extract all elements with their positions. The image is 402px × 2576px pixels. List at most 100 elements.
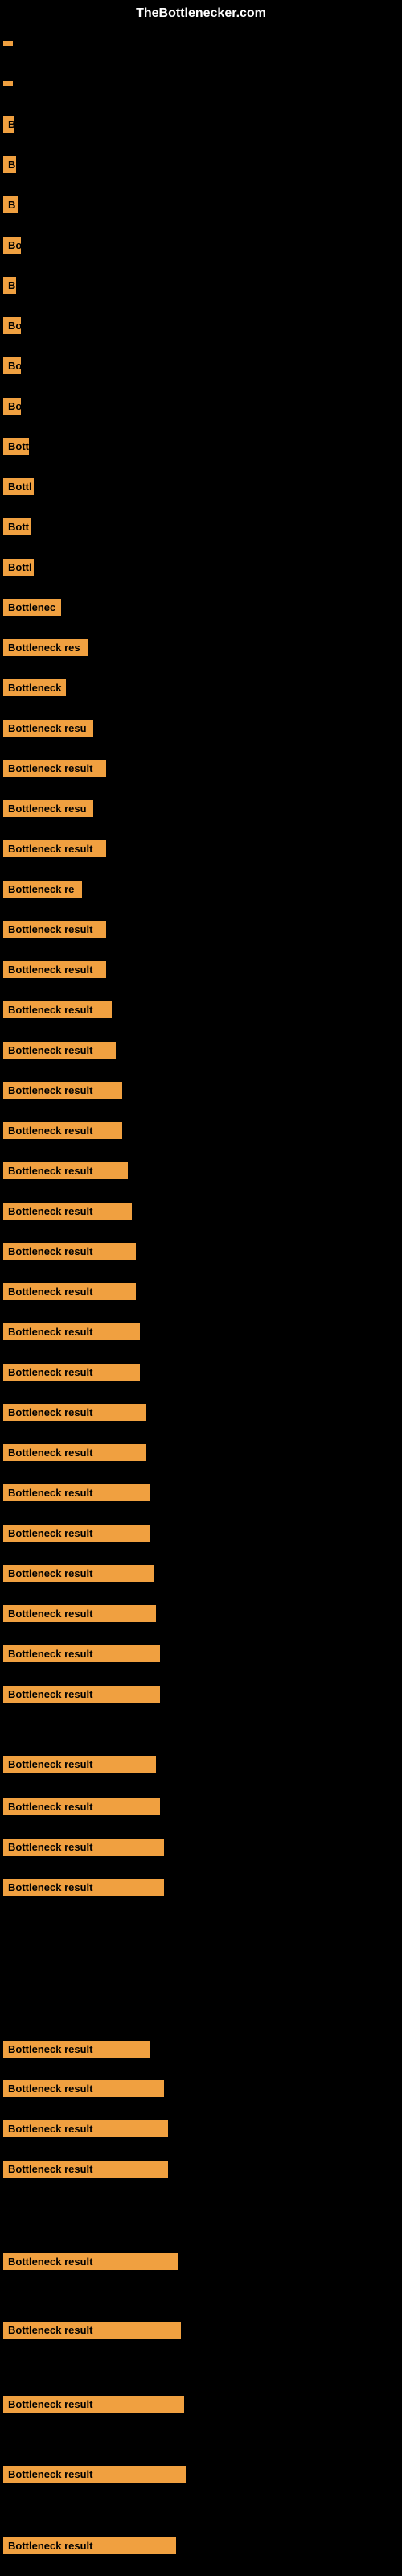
bottleneck-label: B	[3, 156, 16, 173]
bottleneck-label: Bottleneck result	[3, 1565, 154, 1582]
bottleneck-label: Bottleneck result	[3, 1605, 156, 1622]
bottleneck-label: B	[3, 116, 14, 133]
bottleneck-label: Bottleneck	[3, 679, 66, 696]
bottleneck-label: Bottleneck result	[3, 2161, 168, 2178]
bottleneck-item: Bott	[3, 515, 31, 543]
bottleneck-item: Bottleneck result	[3, 2534, 176, 2562]
bottleneck-label: Bottleneck result	[3, 1122, 122, 1139]
bottleneck-label: Bottleneck result	[3, 2537, 176, 2554]
bottleneck-item: Bottleneck result	[3, 2392, 184, 2420]
bottleneck-label: Bottleneck res	[3, 639, 88, 656]
bottleneck-item: Bottleneck result	[3, 2462, 186, 2490]
bottleneck-item	[3, 72, 13, 93]
bottleneck-item: Bottleneck resu	[3, 716, 93, 744]
bottleneck-item: Bottleneck result	[3, 1360, 140, 1388]
bottleneck-label: Bottleneck result	[3, 2396, 184, 2413]
bottleneck-item	[3, 32, 13, 53]
bottleneck-item: Bottleneck result	[3, 1240, 136, 1267]
bottleneck-label: Bottleneck result	[3, 2080, 164, 2097]
bottleneck-item: Bottleneck re	[3, 877, 82, 905]
bottleneck-label: Bottleneck result	[3, 921, 106, 938]
bottleneck-label: Bottleneck result	[3, 1798, 160, 1815]
bottleneck-items-container: BBBBoBBoBoBoBottBottlBottBottlBottlenecB…	[0, 27, 402, 43]
bottleneck-label: Bottleneck result	[3, 1283, 136, 1300]
bottleneck-label: Bo	[3, 317, 21, 334]
bottleneck-item: Bottlenec	[3, 596, 61, 623]
bottleneck-label: Bottleneck re	[3, 881, 82, 898]
bottleneck-item: Bottleneck result	[3, 1441, 146, 1468]
bottleneck-item: Bottleneck result	[3, 1835, 164, 1863]
bottleneck-item: Bottleneck result	[3, 1119, 122, 1146]
bottleneck-label: Bottleneck result	[3, 1243, 136, 1260]
bottleneck-label: Bottleneck result	[3, 961, 106, 978]
bottleneck-label: Bottleneck result	[3, 1404, 146, 1421]
bottleneck-item: Bo	[3, 233, 21, 261]
bottleneck-label: Bottleneck result	[3, 1839, 164, 1856]
bottleneck-label: Bottleneck result	[3, 2041, 150, 2058]
bottleneck-item: Bottleneck result	[3, 2157, 168, 2185]
site-title: TheBottlenecker.com	[0, 0, 402, 27]
bottleneck-item: Bo	[3, 394, 21, 422]
bottleneck-item: B	[3, 274, 16, 301]
bottleneck-label: Bottl	[3, 559, 34, 576]
bottleneck-label: Bottleneck result	[3, 2466, 186, 2483]
bottleneck-item: Bottleneck result	[3, 2077, 164, 2104]
bottleneck-label: Bottleneck result	[3, 2322, 181, 2339]
bottleneck-label: Bottleneck result	[3, 2120, 168, 2137]
bottleneck-item: Bottleneck result	[3, 1481, 150, 1509]
bottleneck-item: Bottleneck result	[3, 1199, 132, 1227]
bottleneck-label: Bottleneck result	[3, 1203, 132, 1220]
bottleneck-label: Bo	[3, 237, 21, 254]
bottleneck-item: Bottleneck result	[3, 958, 106, 985]
bottleneck-item: Bottleneck result	[3, 757, 106, 784]
bottleneck-label: Bottleneck result	[3, 1484, 150, 1501]
bottleneck-label: Bottleneck result	[3, 840, 106, 857]
bottleneck-item: Bottleneck result	[3, 1159, 128, 1187]
bottleneck-label: B	[3, 196, 18, 213]
bottleneck-item: Bottleneck result	[3, 2117, 168, 2145]
bottleneck-item: Bottleneck result	[3, 2037, 150, 2065]
bottleneck-label: Bottleneck result	[3, 760, 106, 777]
bottleneck-label: Bottleneck resu	[3, 720, 93, 737]
bottleneck-item: Bottleneck result	[3, 1079, 122, 1106]
bottleneck-item: Bottleneck	[3, 676, 66, 704]
bottleneck-label: Bott	[3, 518, 31, 535]
bottleneck-label: Bottleneck result	[3, 1645, 160, 1662]
bottleneck-label: Bottlenec	[3, 599, 61, 616]
bottleneck-item: Bottleneck result	[3, 1752, 156, 1780]
bottleneck-item: Bottleneck result	[3, 1038, 116, 1066]
bottleneck-item: Bottleneck result	[3, 1521, 150, 1549]
bottleneck-item: Bottleneck res	[3, 636, 88, 663]
bottleneck-item: Bottl	[3, 555, 34, 583]
bottleneck-label: Bottleneck result	[3, 1879, 164, 1896]
bottleneck-item: Bottl	[3, 475, 34, 502]
bottleneck-label: Bottleneck result	[3, 2253, 178, 2270]
bottleneck-item: Bottleneck result	[3, 1280, 136, 1307]
bottleneck-item: Bottleneck result	[3, 1562, 154, 1589]
bottleneck-item: Bottleneck result	[3, 1401, 146, 1428]
bottleneck-item: Bottleneck result	[3, 1682, 160, 1710]
bottleneck-item: Bottleneck result	[3, 2250, 178, 2277]
bottleneck-item: Bottleneck result	[3, 1320, 140, 1348]
bottleneck-item: Bott	[3, 435, 29, 462]
bottleneck-item: Bottleneck result	[3, 2318, 181, 2346]
bottleneck-label: Bottleneck resu	[3, 800, 93, 817]
bottleneck-item: Bottleneck result	[3, 1795, 160, 1823]
bottleneck-label: Bo	[3, 398, 21, 415]
bottleneck-item: Bottleneck resu	[3, 797, 93, 824]
bottleneck-item: B	[3, 153, 16, 180]
bottleneck-label: Bo	[3, 357, 21, 374]
bottleneck-label	[3, 41, 13, 46]
bottleneck-item: Bo	[3, 314, 21, 341]
bottleneck-item: Bottleneck result	[3, 1602, 156, 1629]
bottleneck-label: Bottleneck result	[3, 1323, 140, 1340]
bottleneck-label: Bottleneck result	[3, 1001, 112, 1018]
bottleneck-item: Bottleneck result	[3, 1876, 164, 1903]
bottleneck-label: Bottleneck result	[3, 1082, 122, 1099]
bottleneck-item: Bo	[3, 354, 21, 382]
bottleneck-item: Bottleneck result	[3, 1642, 160, 1670]
bottleneck-item: B	[3, 193, 18, 221]
bottleneck-label	[3, 81, 13, 86]
bottleneck-label: Bottleneck result	[3, 1364, 140, 1381]
bottleneck-item: Bottleneck result	[3, 918, 106, 945]
